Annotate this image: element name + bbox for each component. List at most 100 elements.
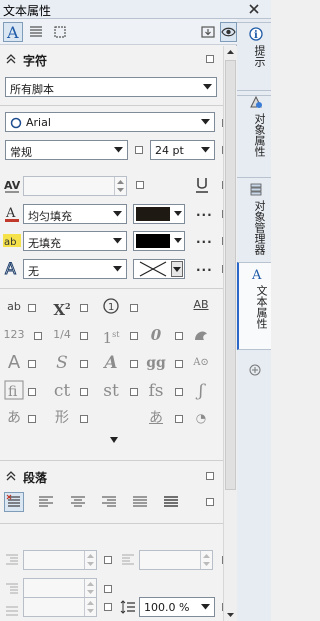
- character-section-header[interactable]: 字符: [0, 49, 223, 69]
- stylistic-set-button[interactable]: A: [100, 352, 122, 374]
- paragraph-section-checkbox[interactable]: [206, 472, 214, 480]
- tab-object-properties[interactable]: 对象属性: [237, 90, 271, 178]
- spinner-buttons[interactable]: [84, 551, 96, 569]
- background-color-picker[interactable]: [133, 231, 185, 251]
- frame-tab-button[interactable]: [50, 22, 70, 42]
- historical-ligatures-button[interactable]: st: [100, 380, 122, 402]
- expand-more-icon[interactable]: [110, 437, 118, 443]
- close-icon[interactable]: [248, 3, 260, 15]
- contextual-alternates-button[interactable]: fs: [145, 380, 167, 402]
- spinner-buttons[interactable]: [84, 579, 96, 597]
- fill-more-button[interactable]: ...: [196, 205, 212, 219]
- scroll-down-icon[interactable]: [224, 609, 237, 621]
- spinner-buttons[interactable]: [84, 598, 96, 616]
- case-ab-button[interactable]: ab: [3, 296, 25, 318]
- small-caps-checkbox[interactable]: [28, 360, 36, 368]
- scroll-thumb[interactable]: [225, 60, 236, 490]
- discretionary-ligatures-button[interactable]: ct: [51, 380, 73, 402]
- spinner-buttons[interactable]: [200, 551, 212, 569]
- stylistic-alternates-button[interactable]: gg: [145, 352, 167, 374]
- fill-type-dropdown[interactable]: 均匀填充: [23, 204, 127, 224]
- numerals-button[interactable]: 123: [3, 324, 25, 346]
- options-button[interactable]: [198, 22, 218, 42]
- outline-color-arrow[interactable]: [171, 261, 183, 277]
- space-before-checkbox[interactable]: [104, 603, 112, 611]
- tab-hints[interactable]: i 提示: [237, 22, 271, 96]
- kerning-checkbox[interactable]: [136, 181, 144, 189]
- font-style-checkbox[interactable]: [135, 146, 143, 154]
- force-justify-icon[interactable]: [163, 495, 179, 509]
- add-docker-icon[interactable]: [249, 364, 261, 376]
- align-none-button[interactable]: [4, 492, 24, 512]
- left-indent-spinner[interactable]: [23, 578, 97, 598]
- outline-color-picker[interactable]: [133, 259, 185, 279]
- fill-color-picker[interactable]: [133, 204, 185, 224]
- ruby-button[interactable]: あ: [145, 407, 167, 429]
- tab-text-properties[interactable]: A 文本属性: [237, 262, 271, 350]
- paragraph-section-header[interactable]: 段落: [0, 466, 223, 486]
- forms-checkbox[interactable]: [80, 415, 88, 423]
- ligatures-fi-button[interactable]: fi: [3, 380, 25, 402]
- discretionary-checkbox[interactable]: [80, 388, 88, 396]
- panel-scrollbar[interactable]: [223, 46, 237, 621]
- space-before-spinner[interactable]: [23, 597, 97, 617]
- line-spacing-dropdown[interactable]: 100.0 %: [139, 597, 215, 617]
- outline-more-button[interactable]: ...: [196, 260, 212, 274]
- stylistic-checkbox[interactable]: [130, 360, 138, 368]
- position-checkbox[interactable]: [80, 304, 88, 312]
- vertical-forms-button[interactable]: ◔: [190, 407, 212, 429]
- left-indent-checkbox[interactable]: [104, 585, 112, 593]
- align-center-icon[interactable]: [70, 495, 86, 509]
- ordinals-checkbox[interactable]: [130, 332, 138, 340]
- background-fill-dropdown[interactable]: 无填充: [23, 231, 127, 251]
- swash-checkbox[interactable]: [80, 360, 88, 368]
- font-family-dropdown[interactable]: Arial: [5, 112, 215, 132]
- background-more-button[interactable]: ...: [196, 232, 212, 246]
- ligatures-checkbox[interactable]: [28, 388, 36, 396]
- case-checkbox[interactable]: [28, 304, 36, 312]
- paragraph-tab-button[interactable]: [26, 22, 46, 42]
- slashed-zero-button[interactable]: 0: [145, 324, 167, 346]
- justify-icon[interactable]: [132, 495, 148, 509]
- superscript-button[interactable]: X2: [51, 295, 73, 319]
- paragraph-section-title: 段落: [23, 471, 48, 485]
- spinner-buttons[interactable]: [114, 177, 126, 195]
- first-line-indent-spinner[interactable]: [23, 550, 97, 570]
- tab-object-manager[interactable]: 对象管理器: [237, 177, 271, 265]
- align-left-icon[interactable]: [38, 495, 54, 509]
- alignment-checkbox[interactable]: [206, 498, 214, 506]
- historical-forms-button[interactable]: A⊙: [190, 352, 212, 374]
- kana-button[interactable]: あ: [3, 407, 25, 429]
- forms-button[interactable]: 形: [51, 407, 73, 429]
- kana-checkbox[interactable]: [28, 415, 36, 423]
- swash-button[interactable]: S: [51, 352, 73, 374]
- historical-ligatures-checkbox[interactable]: [130, 388, 138, 396]
- right-indent-spinner[interactable]: [139, 550, 213, 570]
- align-right-icon[interactable]: [101, 495, 117, 509]
- first-line-indent-checkbox[interactable]: [104, 556, 112, 564]
- ruby-checkbox[interactable]: [175, 415, 183, 423]
- font-size-dropdown[interactable]: 24 pt: [150, 140, 215, 160]
- circled-checkbox[interactable]: [130, 304, 138, 312]
- small-caps-button[interactable]: A: [3, 352, 25, 374]
- all-caps-button[interactable]: AB: [190, 294, 212, 316]
- character-tab-button[interactable]: A: [3, 22, 23, 42]
- contextual-checkbox[interactable]: [175, 388, 183, 396]
- alternates-checkbox[interactable]: [175, 360, 183, 368]
- fractions-button[interactable]: 1/4: [51, 324, 73, 346]
- script-dropdown[interactable]: 所有脚本: [5, 77, 217, 97]
- slashed-zero-checkbox[interactable]: [175, 332, 183, 340]
- outline-width-dropdown[interactable]: 无: [23, 259, 127, 279]
- kerning-spinner[interactable]: [23, 176, 127, 196]
- numerals-checkbox[interactable]: [34, 332, 42, 340]
- character-section-checkbox[interactable]: [206, 55, 214, 63]
- ornament-icon[interactable]: [192, 326, 210, 344]
- justification-alternates-button[interactable]: ʃ: [190, 380, 212, 402]
- view-options-button[interactable]: [220, 22, 237, 42]
- underline-icon[interactable]: [194, 176, 210, 194]
- fractions-checkbox[interactable]: [80, 332, 88, 340]
- font-style-dropdown[interactable]: 常规: [5, 140, 128, 160]
- scroll-up-icon[interactable]: [224, 46, 237, 58]
- circled-numbers-button[interactable]: 1: [100, 295, 122, 317]
- ordinals-button[interactable]: 1st: [100, 324, 122, 347]
